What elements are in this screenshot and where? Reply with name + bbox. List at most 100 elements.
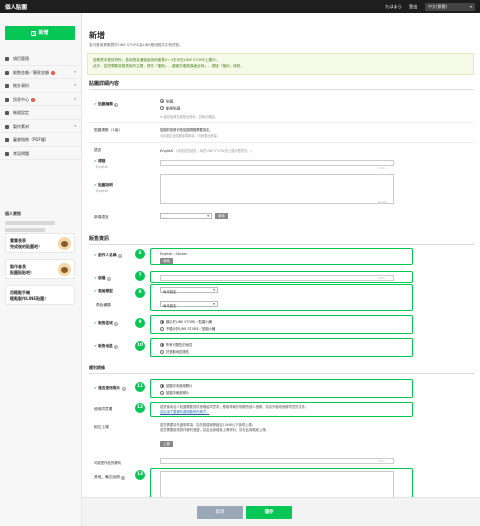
help-icon: ? — [121, 386, 126, 391]
redacted-text — [5, 221, 55, 225]
type-radio-animated[interactable]: 動態貼圖 — [160, 106, 180, 111]
chevron-down-icon: ▾ — [74, 83, 76, 87]
copyright-holder-label: 可能是作品的權利 — [94, 461, 122, 465]
chevron-down-icon: ▾ — [469, 4, 472, 9]
add-language-select[interactable]: - ▾ — [160, 213, 212, 219]
step-badge: 6 — [135, 249, 145, 259]
help-icon: ? — [118, 253, 123, 258]
logout-link[interactable]: 登出 — [409, 4, 417, 10]
proof-label: 使用同意書 — [94, 407, 113, 411]
highlight-box — [150, 379, 413, 398]
sidebar-item-sales[interactable]: 販售金額／匯款金額! ▾ — [0, 66, 82, 79]
notice-box: 若販賣本登錄資料，各地搜名通道皆將依最長2～3天內在LINE STORE上顯示。… — [87, 53, 474, 75]
section-title-sales: 販售資訊 — [89, 236, 110, 242]
display-area-label: ✔販售區域? — [94, 321, 119, 326]
mail-icon — [5, 97, 9, 102]
promo-banner[interactable]: 用輕鬆手機 輕鬆製作LINE貼圖！ — [5, 285, 75, 305]
step-badge: 10 — [135, 341, 145, 351]
chevron-down-icon: ▾ — [74, 96, 76, 101]
sidebar-item-stats[interactable]: 統計資料 ▾ — [0, 79, 82, 93]
upload-button[interactable]: 上傳 — [160, 441, 173, 447]
redacted-text — [5, 228, 45, 232]
highlight-box — [150, 248, 413, 265]
count-label: 貼圖張數（1組） — [94, 128, 123, 132]
type-radio-sticker[interactable]: 貼圖 — [160, 99, 173, 104]
alert-badge: ! — [51, 70, 55, 75]
copyright-label: ✔版權? — [94, 276, 111, 281]
character-image — [58, 237, 71, 250]
step-badge: 12 — [135, 403, 145, 413]
highlight-box — [150, 338, 413, 357]
main-content: 新增 若可登填寫販賣於LINE STORE及LINE應用程式中的資訊。 若販賣本… — [82, 13, 480, 526]
category-label: ✔風格類型 — [94, 289, 113, 293]
upload-help: 若您需要另外證明事項，請先將檔案壓縮至10MB以下後再上傳。 若您需要使用當作權… — [160, 423, 269, 432]
promo-banner[interactable]: 寶寶長表 完成後的貼圖吧！ — [5, 233, 75, 253]
description-sublabel: English — [96, 189, 109, 193]
personal-info-title: 個人資訊 — [5, 211, 21, 216]
page-subtitle: 若可登填寫販賣於LINE STORE及LINE應用程式中的資訊。 — [89, 43, 183, 47]
sidebar-item-items[interactable]: 項目管理 — [0, 52, 82, 66]
upload-label: 相互上傳 — [94, 425, 109, 429]
add-language-button[interactable]: 新增 — [215, 213, 228, 219]
character-image — [58, 263, 71, 276]
creator-label: ✔創作人名稱? — [94, 253, 123, 258]
sidebar-menu: 項目管理 販售金額／匯款金額! ▾ 統計資料 ▾ 訊息中心! ▾ 帳號設定 製作… — [0, 52, 82, 160]
save-button[interactable]: 儲存 — [246, 506, 292, 519]
section-title-rights: 權利詞條 — [89, 365, 105, 370]
notice-line: 若販賣本登錄資料，各地搜名通道皆將依最長2～3天內在LINE STORE上顯示。 — [93, 58, 220, 62]
memo-label: 其他、備忘說明? — [94, 475, 126, 480]
divider — [89, 89, 474, 90]
step-badge: 9 — [135, 318, 145, 328]
type-note: ※ 儲存後無法變更此資料，請務必確認。 — [160, 115, 218, 119]
description-textarea[interactable] — [160, 174, 394, 204]
user-icon — [5, 111, 9, 115]
new-button[interactable]: ✎ 新增 — [5, 26, 75, 40]
help-icon: ? — [121, 475, 126, 480]
book-icon — [5, 138, 9, 142]
sales-region-label: ✔販售地區? — [94, 344, 119, 349]
highlight-box — [150, 402, 413, 417]
chevron-down-icon: ▾ — [74, 69, 76, 74]
char-count: 0/50 — [378, 459, 385, 463]
photo-label: ✔是否使用照片? — [94, 386, 126, 391]
step-badge: 11 — [135, 382, 145, 392]
radio-icon — [160, 99, 164, 103]
help-icon: ? — [106, 276, 111, 281]
pencil-icon — [5, 124, 9, 129]
chart-icon — [5, 84, 9, 88]
cancel-button[interactable]: 取消 — [197, 506, 243, 519]
description-label: ✔貼圖說明 — [94, 183, 113, 187]
step-badge: 8 — [135, 288, 145, 298]
user-name[interactable]: たはまら — [385, 4, 402, 10]
chevron-down-icon: ▾ — [207, 214, 209, 219]
promo-banner[interactable]: 製作者長 貼圖貼貼吧！ — [5, 259, 75, 279]
app-title: 個人貼圖 — [5, 5, 28, 11]
sidebar-item-account[interactable]: 帳號設定 — [0, 106, 82, 120]
highlight-box — [150, 271, 413, 283]
count-note: 貼圖的張數可依貼圖規格需要設定。 — [160, 128, 213, 132]
sidebar-item-guidelines[interactable]: 審查指南（PDF檔） — [0, 133, 82, 147]
step-badge: 7 — [135, 271, 145, 281]
title-input[interactable] — [160, 160, 394, 166]
sidebar-item-faq[interactable]: 常見問題 — [0, 147, 82, 160]
divider — [89, 122, 474, 123]
highlight-box — [150, 284, 413, 311]
divider — [89, 244, 474, 245]
language-select[interactable]: 中文(繁體) ▾ — [425, 2, 475, 11]
sidebar-item-messages[interactable]: 訊息中心! ▾ — [0, 93, 82, 106]
divider — [89, 142, 474, 143]
radio-icon — [160, 106, 164, 110]
section-title-details: 貼圖詳細內容 — [89, 81, 120, 87]
count-note: ※若設定全貼圖後再新增，可變更此數量。 — [160, 134, 221, 138]
type-label: ✔貼圖種類? — [94, 102, 119, 107]
alert-badge: ! — [31, 97, 35, 102]
char-count: 0/40 — [378, 166, 385, 170]
sidebar-item-materials[interactable]: 製作素材 ▾ — [0, 120, 82, 133]
gear-icon — [5, 57, 9, 61]
title-label: ✔標題 — [94, 159, 106, 163]
help-icon — [5, 151, 9, 156]
yen-icon — [5, 70, 9, 75]
sidebar: ✎ 新增 項目管理 販售金額／匯款金額! ▾ 統計資料 ▾ 訊息中心! ▾ 帳號設… — [0, 13, 82, 526]
edit-icon: ✎ — [31, 30, 37, 36]
upload-input[interactable] — [160, 458, 394, 464]
